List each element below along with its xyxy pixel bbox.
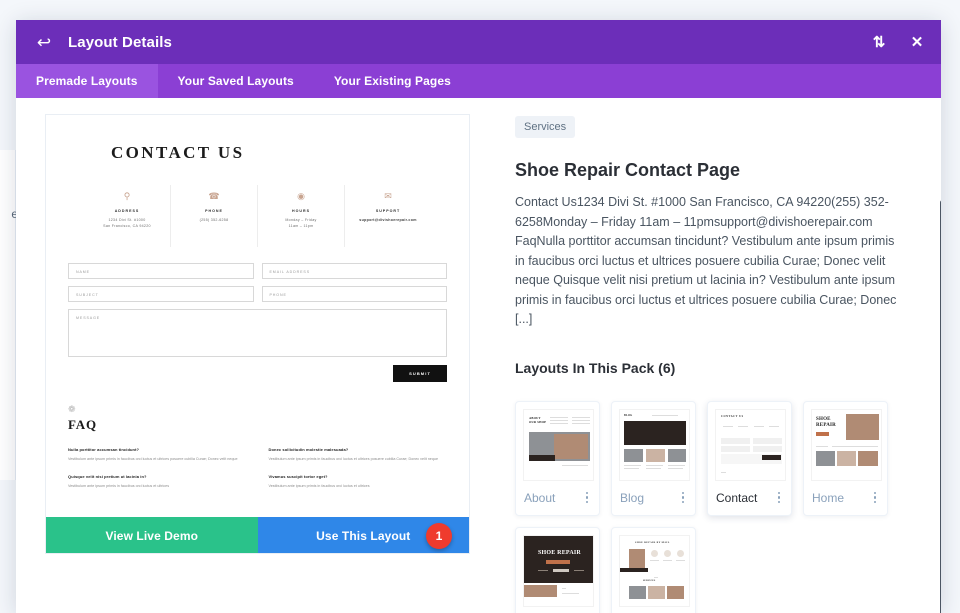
- kebab-menu-icon[interactable]: [775, 489, 784, 507]
- preview-form-row: NAME EMAIL ADDRESS: [68, 263, 447, 279]
- tab-premade-layouts[interactable]: Premade Layouts: [16, 64, 158, 98]
- layout-thumbnail-services: SHOE REPAIR BY MAIL SERVICES: [619, 534, 690, 607]
- layout-card-footer: Services: [619, 607, 688, 613]
- clock-icon: ◉: [297, 191, 305, 201]
- preview-heading: CONTACT US: [111, 143, 245, 162]
- preview-submit-button[interactable]: SUBMIT: [393, 365, 447, 382]
- layout-card-label: About: [524, 490, 556, 505]
- use-this-layout-button[interactable]: Use This Layout 1: [257, 517, 469, 553]
- layout-card-footer: About: [523, 481, 592, 515]
- kebab-menu-icon[interactable]: [679, 489, 688, 507]
- layout-card-about[interactable]: ABOUT OUR SHOP About: [515, 400, 600, 516]
- view-live-demo-button[interactable]: View Live Demo: [46, 517, 258, 553]
- preview-phone-field[interactable]: PHONE: [261, 286, 447, 302]
- preview-contact-cell-phone: ☎ PHONE (255) 352-6258: [171, 185, 258, 247]
- preview-contact-value: support@divishoerepair.com: [359, 218, 417, 222]
- tab-your-existing-pages[interactable]: Your Existing Pages: [314, 64, 471, 98]
- layout-preview: CONTACT US ⚲ ADDRESS 1234 Divi St. #1000…: [45, 114, 470, 554]
- header-actions: ⇅ ✕: [871, 20, 925, 64]
- preview-faq-answer: Vestibulum ante ipsum primis in faucibus…: [68, 483, 170, 488]
- preview-form-row: SUBJECT PHONE: [68, 286, 447, 302]
- details-scrollbar[interactable]: [940, 200, 941, 613]
- step-marker-badge: 1: [426, 523, 452, 549]
- preview-email-field[interactable]: EMAIL ADDRESS: [261, 263, 447, 279]
- pack-layout-grid: ABOUT OUR SHOP About BLOG Blog CONTACT U…: [515, 400, 915, 613]
- preview-subject-field[interactable]: SUBJECT: [68, 286, 254, 302]
- preview-contact-label: SUPPORT: [375, 209, 401, 213]
- close-icon[interactable]: ✕: [909, 33, 925, 51]
- layout-thumbnail-landing: SHOE REPAIR: [523, 534, 594, 607]
- preview-action-buttons: View Live Demo Use This Layout 1: [46, 517, 469, 553]
- layout-card-contact[interactable]: CONTACT US Contact: [707, 400, 792, 516]
- preview-faq-question: Vivamus suscipit tortor eget?: [268, 473, 328, 479]
- preview-name-field[interactable]: NAME: [68, 263, 254, 279]
- layout-card-landing[interactable]: SHOE REPAIR Landing: [515, 526, 600, 613]
- layout-card-footer: Blog: [619, 481, 688, 515]
- layout-card-blog[interactable]: BLOG Blog: [611, 400, 696, 516]
- pack-heading: Layouts In This Pack (6): [515, 359, 676, 376]
- envelope-icon: ✉: [384, 191, 392, 201]
- layout-card-label: Home: [812, 490, 845, 505]
- diamond-ornament-icon: ❁: [68, 404, 76, 414]
- preview-contact-label: HOURS: [292, 209, 310, 213]
- sort-icon[interactable]: ⇅: [871, 33, 887, 51]
- layout-card-services[interactable]: SHOE REPAIR BY MAIL SERVICES: [611, 526, 696, 613]
- layout-preview-canvas: CONTACT US ⚲ ADDRESS 1234 Divi St. #1000…: [46, 115, 469, 517]
- modal-header: ↩ Layout Details ⇅ ✕: [16, 20, 941, 64]
- preview-faq-question: Nulla porttitor accumsan tincidunt?: [68, 447, 140, 452]
- layout-card-footer: Home: [811, 481, 880, 515]
- preview-faq-column-right: Donec sollicitudin molestie malesuada? V…: [269, 447, 448, 500]
- modal-body: CONTACT US ⚲ ADDRESS 1234 Divi St. #1000…: [16, 98, 941, 613]
- preview-faq-column-left: Nulla porttitor accumsan tincidunt? Vest…: [68, 447, 247, 500]
- preview-contact-row: ⚲ ADDRESS 1234 Divi St. #1000 San Francis…: [84, 185, 431, 247]
- preview-contact-label: PHONE: [205, 209, 223, 213]
- layout-card-label: Blog: [620, 490, 645, 505]
- layout-details-modal: ↩ Layout Details ⇅ ✕ Premade Layouts You…: [16, 20, 941, 613]
- preview-contact-value: Monday – Friday 11am – 11pm: [285, 218, 317, 228]
- tab-bar: Premade Layouts Your Saved Layouts Your …: [16, 64, 941, 98]
- preview-contact-value: (255) 352-6258: [199, 218, 229, 222]
- layout-card-home[interactable]: SHOE REPAIR Home: [803, 400, 888, 516]
- use-this-layout-label: Use This Layout: [316, 529, 411, 543]
- layout-card-footer: Landing: [523, 607, 592, 613]
- preview-contact-value: 1234 Divi St. #1000 San Francisco, CA 942…: [103, 218, 151, 228]
- preview-faq-grid: Nulla porttitor accumsan tincidunt? Vest…: [68, 447, 447, 500]
- kebab-menu-icon[interactable]: [871, 489, 880, 507]
- kebab-menu-icon[interactable]: [583, 489, 592, 507]
- preview-contact-cell-hours: ◉ HOURS Monday – Friday 11am – 11pm: [258, 185, 345, 247]
- preview-contact-form: NAME EMAIL ADDRESS SUBJECT PHONE MESSAGE…: [68, 263, 447, 382]
- preview-contact-cell-support: ✉ SUPPORT support@divishoerepair.com: [345, 185, 431, 247]
- preview-faq-question: Quisque velit nisi pretium ut lacinia in…: [68, 473, 147, 479]
- layout-title: Shoe Repair Contact Page: [515, 160, 741, 180]
- preview-faq-question: Donec sollicitudin molestie malesuada?: [268, 447, 349, 452]
- preview-column: CONTACT US ⚲ ADDRESS 1234 Divi St. #1000…: [16, 98, 486, 613]
- page-title: Layout Details: [68, 33, 172, 51]
- preview-faq-title: FAQ: [68, 417, 97, 432]
- back-arrow-icon[interactable]: ↩: [34, 32, 54, 52]
- preview-contact-cell-address: ⚲ ADDRESS 1234 Divi St. #1000 San Francis…: [84, 185, 171, 247]
- layout-thumbnail-about: ABOUT OUR SHOP: [523, 408, 594, 481]
- tab-your-saved-layouts[interactable]: Your Saved Layouts: [158, 64, 314, 98]
- layout-thumbnail-contact: CONTACT US: [715, 408, 786, 481]
- layout-thumbnail-blog: BLOG: [619, 408, 690, 481]
- layout-card-footer: Contact: [715, 481, 784, 515]
- preview-faq-answer: Vestibulum ante ipsum primis in faucibus…: [268, 457, 439, 461]
- layout-card-label: Contact: [716, 490, 758, 505]
- status-badge: Services: [515, 116, 576, 138]
- layout-thumbnail-home: SHOE REPAIR: [811, 408, 882, 481]
- preview-faq-answer: Vestibulum ante ipsum primis in faucibus…: [68, 457, 238, 461]
- preview-message-field[interactable]: MESSAGE: [68, 309, 447, 357]
- phone-icon: ☎: [208, 191, 220, 201]
- location-pin-icon: ⚲: [123, 191, 131, 201]
- preview-submit-row: SUBMIT: [68, 365, 447, 382]
- layout-description: Contact Us1234 Divi St. #1000 San Franci…: [515, 195, 897, 326]
- preview-faq-answer: Vestibulum ante ipsum primis in faucibus…: [268, 483, 370, 488]
- details-column: Services Shoe Repair Contact Page Contac…: [486, 98, 941, 613]
- preview-contact-label: ADDRESS: [114, 209, 140, 213]
